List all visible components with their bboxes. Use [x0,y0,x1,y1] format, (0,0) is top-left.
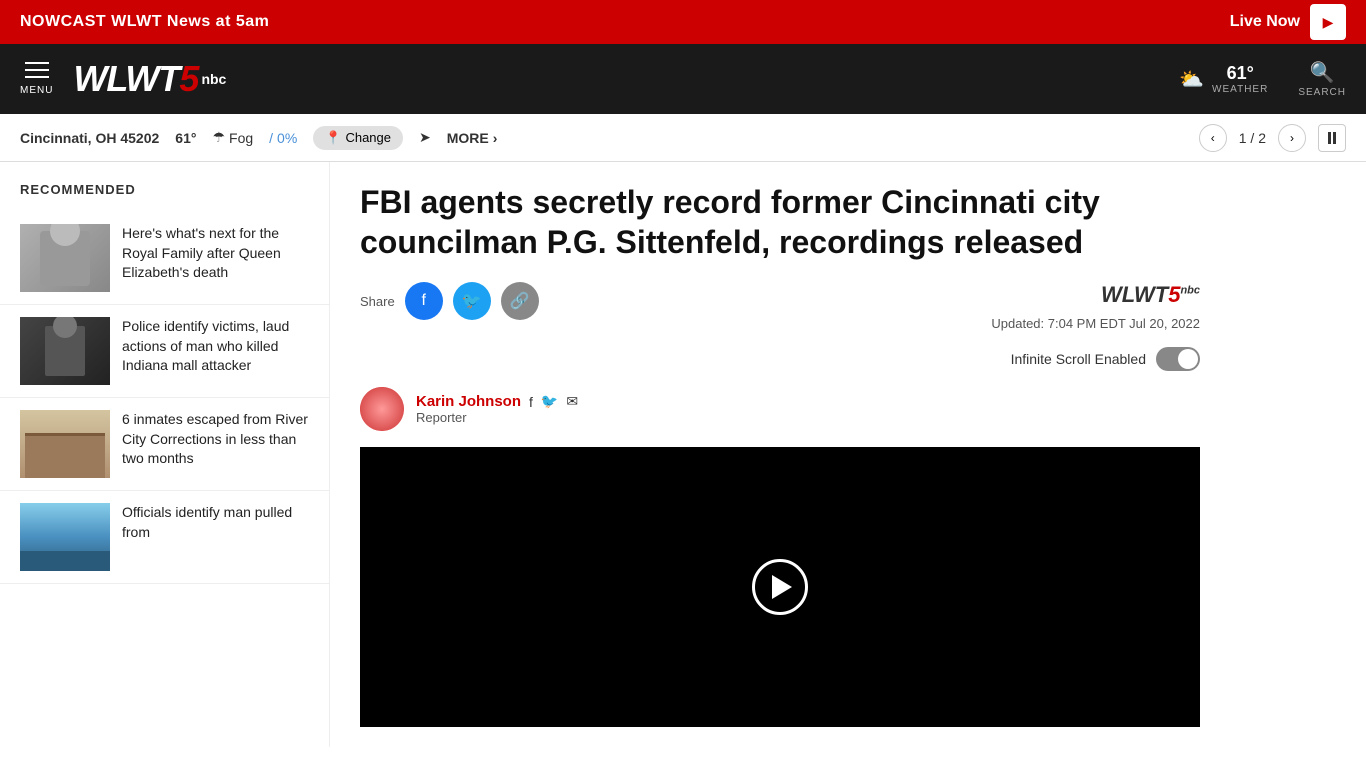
live-now-button[interactable]: Live Now ▶ [1230,4,1346,40]
pause-icon [1328,132,1336,144]
article-title: FBI agents secretly record former Cincin… [360,182,1200,262]
weather-info: 61° WEATHER [1212,63,1268,95]
header-right: ⛅ 61° WEATHER 🔍 SEARCH [1179,60,1346,98]
sidebar-thumb-3 [20,410,110,478]
author-role: Reporter [416,410,578,425]
weather-temp: 61° [1212,63,1268,84]
author-info: Karin Johnson f 🐦 ✉ Reporter [416,393,578,425]
sidebar-title: RECOMMENDED [0,182,329,212]
precip-slash: / [269,130,273,146]
location-bar: Cincinnati, OH 45202 61° ☂ Fog / 0% 📍 Ch… [0,114,1366,162]
sidebar-item-text-3: 6 inmates escaped from River City Correc… [122,410,309,478]
sidebar-thumb-2 [20,317,110,385]
share-label: Share [360,294,395,309]
location-pin-icon: 📍 [325,130,341,146]
article-area: FBI agents secretly record former Cincin… [330,162,1230,747]
location-left: Cincinnati, OH 45202 61° ☂ Fog / 0% 📍 Ch… [20,126,497,150]
page-counter: 1 / 2 [1239,130,1266,146]
logo-nbc: nbc [201,71,226,87]
nowcast-text: NOWCAST WLWT News at 5am [20,13,269,31]
sidebar-item-text-4: Officials identify man pulled from [122,503,309,571]
live-play-button[interactable]: ▶ [1310,4,1346,40]
location-right: ‹ 1 / 2 › [1199,124,1346,152]
sidebar-item-text-1: Here's what's next for the Royal Family … [122,224,309,292]
location-city: Cincinnati, OH 45202 [20,130,159,146]
next-article-button[interactable]: › [1278,124,1306,152]
more-button[interactable]: MORE › [447,130,498,146]
search-widget[interactable]: 🔍 SEARCH [1298,60,1346,98]
sidebar-thumb-1 [20,224,110,292]
video-play-button[interactable] [752,559,808,615]
weather-widget[interactable]: ⛅ 61° WEATHER [1179,63,1268,95]
share-row: Share f 🐦 🔗 [360,282,539,320]
infinite-scroll-label: Infinite Scroll Enabled [1011,351,1146,367]
play-triangle-icon [772,575,792,599]
sidebar-item-title-2: Police identify victims, laud actions of… [122,317,309,376]
sidebar-item-2[interactable]: Police identify victims, laud actions of… [0,305,329,398]
precip-text: 0% [277,130,297,146]
condition-text: Fog [229,130,253,146]
author-avatar [360,387,404,431]
sidebar-item-title-1: Here's what's next for the Royal Family … [122,224,309,283]
umbrella-icon: ☂ [212,129,225,146]
sidebar: RECOMMENDED Here's what's next for the R… [0,162,330,747]
site-logo[interactable]: WLWT 5 nbc [73,58,226,100]
author-facebook-icon[interactable]: f [529,394,533,410]
precip-row: / 0% [269,130,297,146]
source-logo: WLWT5nbc [1101,282,1200,308]
change-location-button[interactable]: 📍 Change [313,126,403,150]
sidebar-thumb-4 [20,503,110,571]
location-temp: 61° [175,130,196,146]
facebook-share-button[interactable]: f [405,282,443,320]
sidebar-item-title-4: Officials identify man pulled from [122,503,309,542]
weather-icon: ⛅ [1179,67,1204,92]
weather-condition: ☂ Fog [212,129,253,146]
article-source: WLWT5nbc Updated: 7:04 PM EDT Jul 20, 20… [991,282,1200,331]
author-name[interactable]: Karin Johnson [416,393,521,410]
header-left: MENU WLWT 5 nbc [20,58,226,100]
main-content: RECOMMENDED Here's what's next for the R… [0,162,1366,747]
chevron-right-icon: › [493,130,498,146]
sidebar-item-text-2: Police identify victims, laud actions of… [122,317,309,385]
prev-article-button[interactable]: ‹ [1199,124,1227,152]
video-player[interactable] [360,447,1200,727]
sidebar-item-1[interactable]: Here's what's next for the Royal Family … [0,212,329,305]
copy-link-button[interactable]: 🔗 [501,282,539,320]
sidebar-item-title-3: 6 inmates escaped from River City Correc… [122,410,309,469]
breaking-banner: NOWCAST WLWT News at 5am Live Now ▶ [0,0,1366,44]
pause-button[interactable] [1318,124,1346,152]
sidebar-item-4[interactable]: Officials identify man pulled from [0,491,329,584]
author-row: Karin Johnson f 🐦 ✉ Reporter [360,387,1200,431]
sidebar-item-3[interactable]: 6 inmates escaped from River City Correc… [0,398,329,491]
infinite-scroll-row: Infinite Scroll Enabled [360,347,1200,371]
toggle-knob [1178,349,1198,369]
weather-label: WEATHER [1212,84,1268,95]
infinite-scroll-toggle[interactable] [1156,347,1200,371]
author-email-icon[interactable]: ✉ [566,393,578,410]
logo-text: WLWT [73,58,179,100]
search-icon: 🔍 [1310,60,1335,85]
search-label: SEARCH [1298,87,1346,98]
update-time: Updated: 7:04 PM EDT Jul 20, 2022 [991,316,1200,331]
article-meta: Share f 🐦 🔗 WLWT5nbc Updated: 7:04 PM ED… [360,282,1200,331]
author-twitter-icon[interactable]: 🐦 [541,393,558,410]
logo-number: 5 [179,58,199,100]
menu-label: MENU [20,85,53,96]
gps-icon: ➤ [419,129,431,146]
site-header: MENU WLWT 5 nbc ⛅ 61° WEATHER 🔍 SEARCH [0,44,1366,114]
menu-button[interactable]: MENU [20,62,53,96]
twitter-share-button[interactable]: 🐦 [453,282,491,320]
